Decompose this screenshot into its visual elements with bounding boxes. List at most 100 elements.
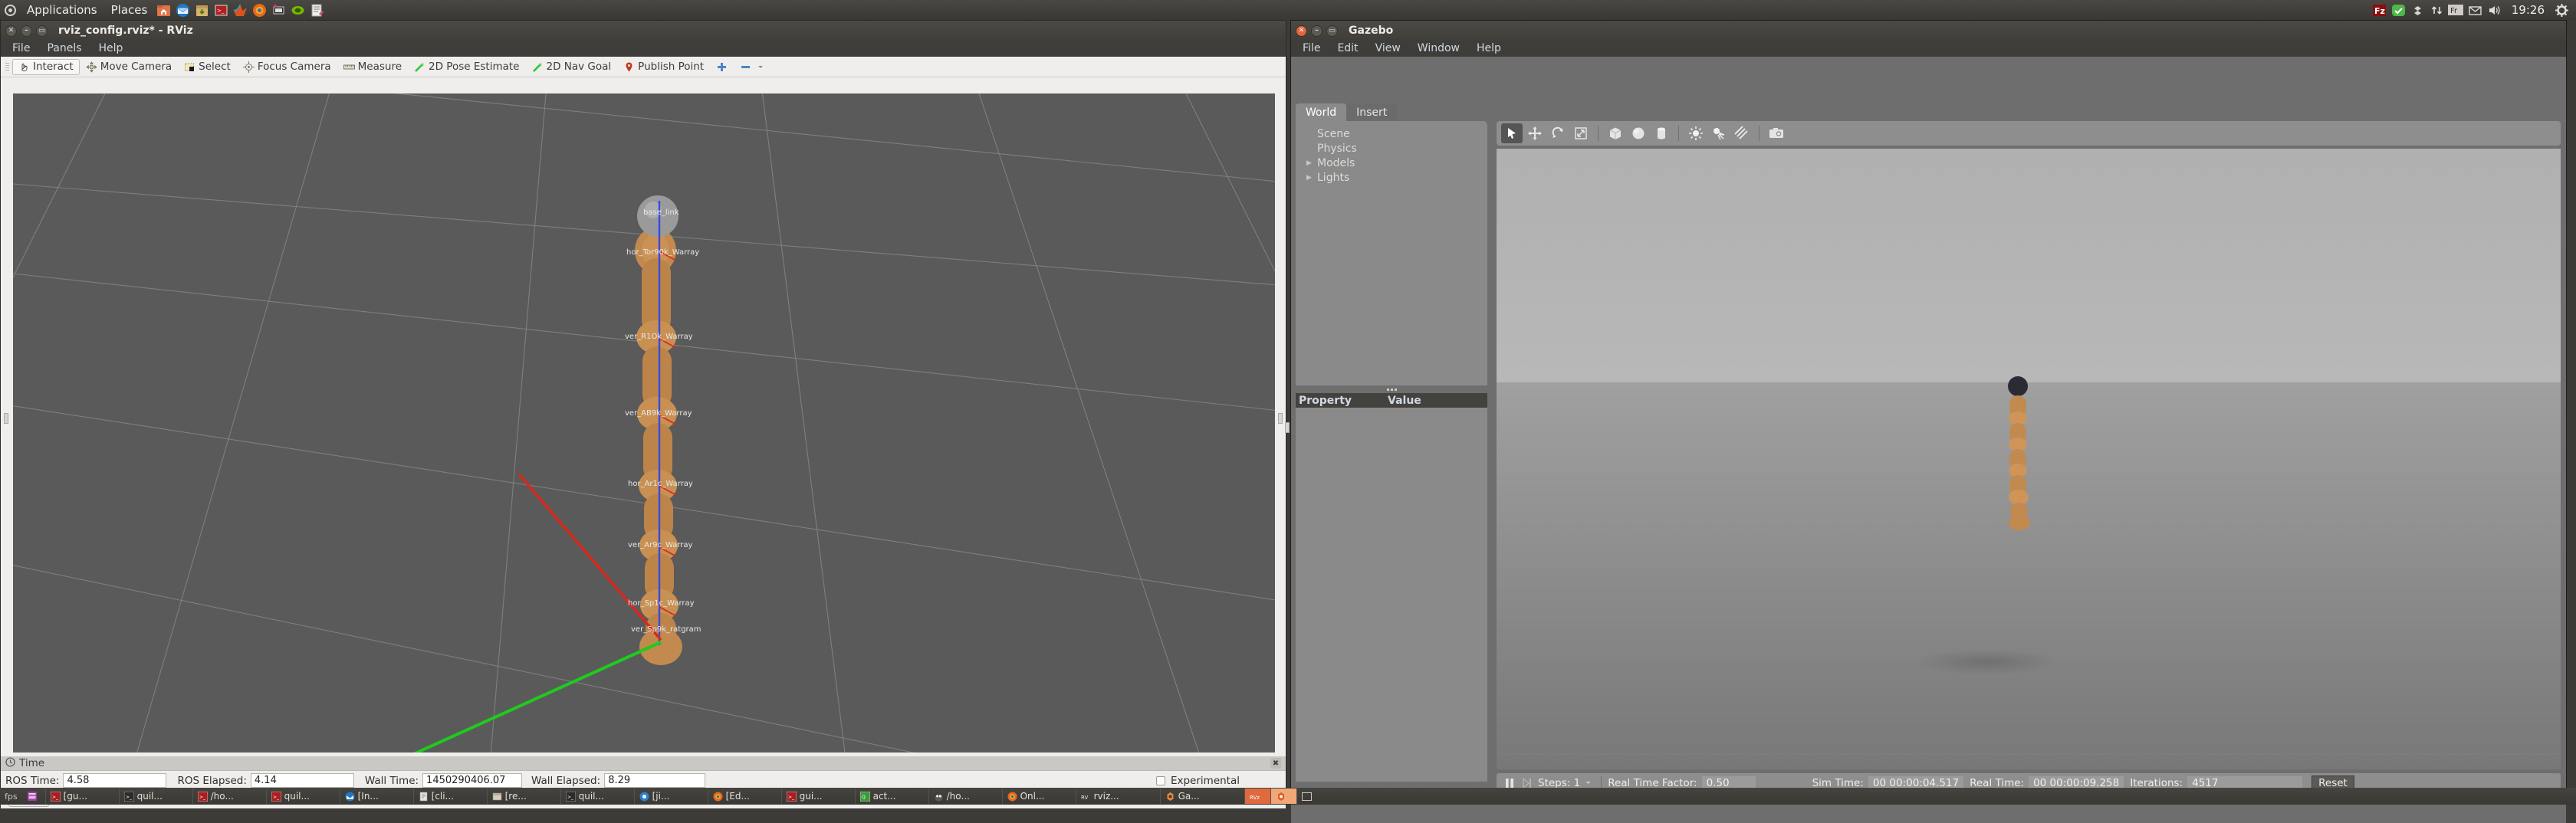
tab-insert[interactable]: Insert [1346, 103, 1398, 121]
rotate-icon[interactable] [1547, 123, 1569, 143]
menu-window[interactable]: Window [1409, 41, 1468, 57]
gazebo-left-edge-handle[interactable] [1285, 422, 1290, 433]
scale-icon[interactable] [1570, 123, 1592, 143]
text-editor-icon[interactable] [307, 0, 327, 20]
gazebo-3d-view[interactable] [1497, 149, 2561, 769]
chevron-down-icon[interactable] [754, 61, 766, 73]
dropbox-check-icon[interactable] [2389, 0, 2408, 20]
gazebo-window-controls[interactable]: ✕ – ▭ [1296, 25, 1338, 37]
minimize-icon[interactable]: – [1311, 25, 1322, 37]
menu-file[interactable]: File [1294, 41, 1329, 57]
menu-view[interactable]: View [1367, 41, 1409, 57]
tool-focus-camera[interactable]: Focus Camera [237, 59, 337, 75]
thunderbird-icon[interactable] [173, 0, 192, 20]
ros-elapsed-input[interactable] [250, 773, 354, 788]
translate-move-icon[interactable] [1524, 123, 1546, 143]
volume-icon[interactable] [2485, 0, 2504, 20]
taskbar-item[interactable]: >_ quil... [265, 789, 340, 804]
tree-item-lights[interactable]: ▶ Lights [1306, 171, 1487, 185]
toolbar-drag-handle[interactable] [4, 59, 10, 74]
taskbar-selected-gazebo[interactable] [1270, 789, 1296, 804]
taskbar-item[interactable]: RV rviz... [1075, 789, 1160, 804]
filezilla-icon[interactable]: Fz [2370, 0, 2389, 20]
tool-move-camera[interactable]: Move Camera [80, 59, 178, 75]
close-icon[interactable]: ✕ [5, 25, 17, 37]
taskbar-item[interactable]: [In... [339, 789, 413, 804]
clock[interactable]: 19:26 [2504, 3, 2552, 17]
tree-item-scene[interactable]: Scene [1306, 127, 1487, 142]
nvidia-icon[interactable] [288, 0, 307, 20]
add-tool-button[interactable] [710, 59, 734, 75]
menu-help[interactable]: Help [90, 41, 132, 57]
screenshot-camera-icon[interactable] [1766, 123, 1787, 143]
experimental-checkbox[interactable] [1155, 775, 1165, 785]
directional-light-icon[interactable] [1731, 123, 1753, 143]
ubuntu-logo-icon[interactable] [0, 0, 20, 20]
dropbox-icon[interactable] [2408, 0, 2427, 20]
wall-elapsed-input[interactable] [604, 773, 706, 788]
right-panel-splitter[interactable] [1278, 413, 1283, 424]
tool-2d-nav-goal[interactable]: 2D Nav Goal [526, 59, 618, 75]
chevron-right-icon[interactable]: ▶ [1306, 156, 1313, 171]
spot-light-icon[interactable] [1708, 123, 1730, 143]
ros-time-input[interactable] [63, 773, 167, 788]
tree-item-physics[interactable]: Physics [1306, 142, 1487, 156]
taskbar-item[interactable]: >_ gui... [780, 789, 855, 804]
chevron-right-icon[interactable]: ▶ [1306, 171, 1313, 185]
applications-menu[interactable]: Applications [20, 0, 104, 20]
tool-measure[interactable]: Measure [337, 59, 408, 75]
minimize-icon[interactable]: – [21, 25, 32, 37]
taskbar-item[interactable]: [re... [486, 789, 560, 804]
property-table-body[interactable] [1296, 408, 1487, 782]
tab-world[interactable]: World [1296, 103, 1347, 121]
remove-tool-button[interactable] [734, 59, 772, 75]
taskbar-item[interactable]: /ho... [928, 789, 1002, 804]
taskbar-item[interactable]: [cli... [412, 789, 487, 804]
taskbar-item[interactable]: >_ /ho... [192, 789, 266, 804]
mail-icon[interactable] [2466, 0, 2485, 20]
left-panel-splitter[interactable] [4, 413, 8, 424]
taskbar-item[interactable]: >_ [gu... [44, 789, 119, 804]
taskbar-show-desktop[interactable] [22, 789, 45, 804]
rviz-3d-view[interactable]: base_link hor_Tor90k_Warray ver_R1Ok_War… [13, 93, 1275, 753]
taskbar-item[interactable]: Q act... [854, 789, 928, 804]
taskbar-item[interactable]: Ga... [1159, 789, 1244, 804]
menu-file[interactable]: File [4, 41, 38, 57]
tool-select[interactable]: Select [178, 59, 237, 75]
sphere-icon[interactable] [1628, 123, 1649, 143]
archive-icon[interactable] [192, 0, 212, 20]
menu-edit[interactable]: Edit [1329, 41, 1366, 57]
cylinder-icon[interactable] [1651, 123, 1672, 143]
network-updown-icon[interactable] [2427, 0, 2446, 20]
rviz-titlebar[interactable]: ✕ – ▭ rviz_config.rviz* - RViz [1, 21, 1286, 41]
keyboard-layout-fr-icon[interactable]: Fr [2446, 0, 2466, 20]
close-icon[interactable]: ✖ [1270, 758, 1281, 769]
maximize-icon[interactable]: ▭ [1326, 25, 1338, 37]
taskbar-item[interactable]: [Ed... [707, 789, 781, 804]
menu-panels[interactable]: Panels [38, 41, 90, 57]
point-light-icon[interactable] [1685, 123, 1707, 143]
wall-time-input[interactable] [422, 773, 523, 788]
taskbar-selected-rviz[interactable]: RVz [1244, 789, 1270, 804]
rviz-window-controls[interactable]: ✕ – ▭ [5, 25, 48, 37]
panel-splitter-handle[interactable] [1296, 385, 1487, 393]
taskbar-item[interactable]: >_ quil... [560, 789, 634, 804]
tool-interact[interactable]: Interact [12, 58, 80, 75]
maximize-icon[interactable]: ▭ [36, 25, 48, 37]
terminal-red-icon[interactable]: >_ [212, 0, 231, 20]
matlab-icon[interactable] [231, 0, 250, 20]
close-icon[interactable]: ✕ [1296, 25, 1307, 37]
workspace-switcher[interactable] [1296, 789, 1327, 804]
tool-publish-point[interactable]: Publish Point [617, 59, 710, 75]
remote-desktop-icon[interactable] [269, 0, 288, 20]
arrow-select-icon[interactable] [1501, 123, 1523, 143]
gear-icon[interactable] [2552, 0, 2571, 20]
taskbar-item[interactable]: [ji... [633, 789, 708, 804]
gazebo-titlebar[interactable]: ✕ – ▭ Gazebo [1291, 21, 2566, 41]
taskbar-item[interactable]: Onl... [1001, 789, 1076, 804]
tool-2d-pose-estimate[interactable]: 2D Pose Estimate [408, 59, 525, 75]
taskbar-item[interactable]: >_ quil... [118, 789, 192, 804]
places-menu[interactable]: Places [104, 0, 155, 20]
files-icon[interactable] [154, 0, 173, 20]
box-icon[interactable] [1605, 123, 1626, 143]
